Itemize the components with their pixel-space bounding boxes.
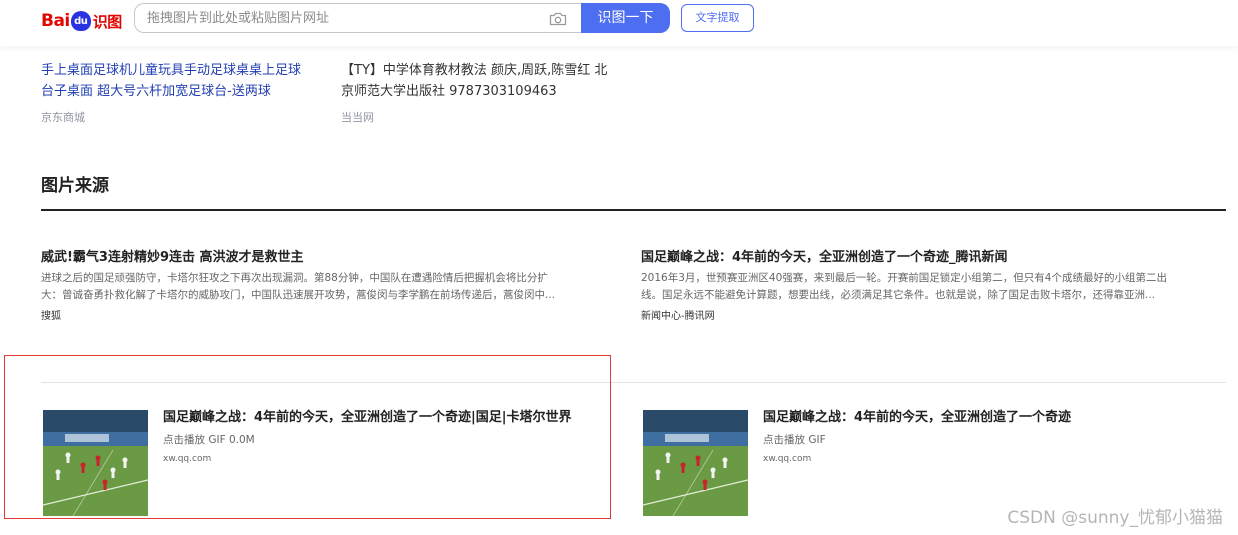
logo-bai-text: Bai [41, 11, 70, 31]
description-line: 进球之后的国足顽强防守，卡塔尔狂攻之下再次出现漏洞。第88分钟，中国队在遭遇险情… [41, 272, 548, 284]
text-result-1: 威武!霸气3连射精妙9连击 高洪波才是救世主 进球之后的国足顽强防守，卡塔尔狂攻… [41, 248, 596, 322]
result-description: 进球之后的国足顽强防守，卡塔尔狂攻之下再次出现漏洞。第88分钟，中国队在遭遇险情… [41, 270, 596, 304]
result-title-link[interactable]: 国足巅峰之战：4年前的今天，全亚洲创造了一个奇迹 [763, 410, 1203, 425]
logo-shitu-text: 识图 [92, 12, 123, 31]
shopping-title-link[interactable]: 【TY】中学体育教材教法 颜庆,周跃,陈雪红 北 京师范大学出版社 978730… [341, 60, 631, 102]
shopping-title-line: 台子桌面 超大号六杆加宽足球台-送两球 [41, 84, 271, 99]
shopping-title-line: 【TY】中学体育教材教法 颜庆,周跃,陈雪红 北 [341, 63, 608, 78]
image-result-body: 国足巅峰之战：4年前的今天，全亚洲创造了一个奇迹 点击播放 GIF xw.qq.… [763, 410, 1203, 464]
shopping-item-2[interactable]: 【TY】中学体育教材教法 颜庆,周跃,陈雪红 北 京师范大学出版社 978730… [341, 60, 631, 125]
result-description: 2016年3月，世预赛亚洲区40强赛，来到最后一轮。开赛前国足锁定小组第二，但只… [641, 270, 1196, 304]
logo-paw-icon: du [70, 11, 91, 31]
shopping-item-1[interactable]: 手上桌面足球机儿童玩具手动足球桌桌上足球 台子桌面 超大号六杆加宽足球台-送两球… [41, 60, 331, 125]
search-input[interactable] [135, 4, 535, 32]
baidu-logo[interactable]: Bai du 识图 [41, 6, 122, 36]
highlight-frame [4, 355, 611, 519]
shopping-title-link[interactable]: 手上桌面足球机儿童玩具手动足球桌桌上足球 台子桌面 超大号六杆加宽足球台-送两球 [41, 60, 331, 102]
result-title-link[interactable]: 国足巅峰之战：4年前的今天，全亚洲创造了一个奇迹_腾讯新闻 [641, 248, 1196, 268]
shopping-source: 当当网 [341, 111, 374, 124]
shopping-title-line: 京师范大学出版社 9787303109463 [341, 84, 557, 99]
gif-play-meta[interactable]: 点击播放 GIF [763, 432, 1203, 447]
shopping-source: 京东商城 [41, 111, 85, 124]
shopping-title-line: 手上桌面足球机儿童玩具手动足球桌桌上足球 [41, 63, 302, 78]
description-line: 2016年3月，世预赛亚洲区40强赛，来到最后一轮。开赛前国足锁定小组第二，但只… [641, 272, 1167, 284]
result-source: xw.qq.com [763, 454, 812, 464]
description-line: 线。国足永远不能避免计算题，想要出线，必须满足其它条件。也就是说，除了国足击败卡… [641, 289, 1156, 301]
csdn-watermark: CSDN @sunny_忧郁小猫猫 [1007, 508, 1223, 528]
header-bar: Bai du 识图 识图一下 文字提取 [0, 0, 1238, 46]
text-result-2: 国足巅峰之战：4年前的今天，全亚洲创造了一个奇迹_腾讯新闻 2016年3月，世预… [641, 248, 1196, 322]
search-button[interactable]: 识图一下 [581, 3, 670, 33]
result-title-link[interactable]: 威武!霸气3连射精妙9连击 高洪波才是救世主 [41, 248, 596, 268]
section-title: 图片来源 [41, 176, 109, 196]
search-box [134, 3, 581, 33]
description-line: 大：曾诚奋勇扑救化解了卡塔尔的威胁攻门，中国队迅速展开攻势，蒿俊闵与李学鹏在前场… [41, 289, 556, 301]
text-extract-button[interactable]: 文字提取 [681, 4, 754, 32]
result-source: 搜狐 [41, 311, 61, 322]
camera-icon[interactable] [549, 11, 567, 26]
result-source: 新闻中心-腾讯网 [641, 311, 715, 322]
soccer-thumbnail-image[interactable] [643, 410, 748, 516]
section-divider [41, 209, 1226, 211]
